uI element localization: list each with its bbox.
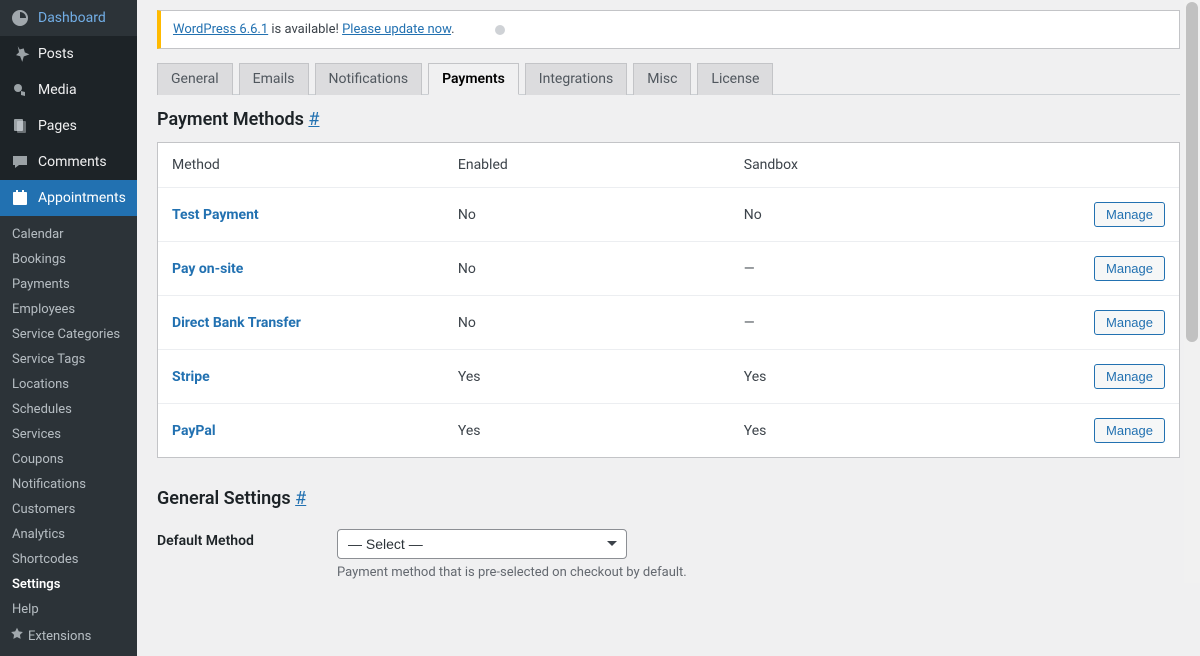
tab-license[interactable]: License	[697, 63, 773, 95]
submenu-item-shortcodes[interactable]: Shortcodes	[0, 547, 137, 572]
manage-button[interactable]: Manage	[1094, 256, 1165, 281]
sidebar-item-label: Pages	[38, 118, 77, 134]
wp-version-link[interactable]: WordPress 6.6.1	[173, 22, 268, 37]
col-enabled: Enabled	[444, 143, 730, 188]
method-link-stripe[interactable]: Stripe	[172, 369, 210, 385]
submenu-item-schedules[interactable]: Schedules	[0, 397, 137, 422]
sidebar-item-comments[interactable]: Comments	[0, 144, 137, 180]
sandbox-cell: —	[730, 296, 1016, 350]
method-link-bank-transfer[interactable]: Direct Bank Transfer	[172, 315, 301, 331]
main-content: WordPress 6.6.1 is available! Please upd…	[137, 0, 1200, 583]
manage-button[interactable]: Manage	[1094, 364, 1165, 389]
default-method-description: Payment method that is pre-selected on c…	[337, 565, 1170, 580]
tab-integrations[interactable]: Integrations	[525, 63, 627, 95]
update-now-link[interactable]: Please update now	[342, 22, 451, 37]
sidebar-item-label: Appointments	[38, 190, 126, 206]
manage-button[interactable]: Manage	[1094, 202, 1165, 227]
sidebar-item-pages[interactable]: Pages	[0, 108, 137, 144]
sidebar-item-posts[interactable]: Posts	[0, 36, 137, 72]
sidebar-item-label: Media	[38, 82, 77, 98]
manage-button[interactable]: Manage	[1094, 310, 1165, 335]
payment-methods-table-wrap: Method Enabled Sandbox Test Payment No N…	[157, 142, 1180, 458]
payment-methods-heading: Payment Methods #	[157, 109, 1180, 130]
sidebar-item-appointments[interactable]: Appointments	[0, 180, 137, 216]
sandbox-cell: Yes	[730, 350, 1016, 404]
table-row: PayPal Yes Yes Manage	[158, 404, 1179, 458]
col-sandbox: Sandbox	[730, 143, 1016, 188]
sandbox-cell: —	[730, 242, 1016, 296]
general-settings-heading: General Settings #	[157, 488, 1180, 509]
method-link-paypal[interactable]: PayPal	[172, 423, 216, 439]
submenu-item-bookings[interactable]: Bookings	[0, 247, 137, 272]
sidebar-item-label: Dashboard	[38, 10, 106, 26]
submenu-item-coupons[interactable]: Coupons	[0, 447, 137, 472]
submenu-item-locations[interactable]: Locations	[0, 372, 137, 397]
default-method-select[interactable]: — Select —	[337, 529, 627, 559]
comment-icon	[10, 152, 30, 172]
submenu-item-employees[interactable]: Employees	[0, 297, 137, 322]
enabled-cell: No	[444, 242, 730, 296]
star-icon	[10, 627, 24, 645]
sidebar-submenu: Calendar Bookings Payments Employees Ser…	[0, 216, 137, 656]
spinner-icon	[495, 25, 505, 35]
method-link-test-payment[interactable]: Test Payment	[172, 207, 259, 223]
media-icon	[10, 80, 30, 100]
default-method-label: Default Method	[157, 521, 337, 583]
sidebar-item-media[interactable]: Media	[0, 72, 137, 108]
submenu-item-notifications[interactable]: Notifications	[0, 472, 137, 497]
table-row: Test Payment No No Manage	[158, 188, 1179, 242]
sidebar-item-label: Posts	[38, 46, 74, 62]
submenu-item-settings[interactable]: Settings	[0, 572, 137, 597]
tab-misc[interactable]: Misc	[633, 63, 691, 95]
tab-payments[interactable]: Payments	[428, 63, 519, 95]
payment-methods-table: Method Enabled Sandbox Test Payment No N…	[158, 143, 1179, 457]
enabled-cell: No	[444, 188, 730, 242]
col-actions	[1016, 143, 1179, 188]
table-row: Pay on-site No — Manage	[158, 242, 1179, 296]
sidebar-item-dashboard[interactable]: Dashboard	[0, 0, 137, 36]
tab-general[interactable]: General	[157, 63, 233, 95]
pages-icon	[10, 116, 30, 136]
submenu-item-help[interactable]: Help	[0, 597, 137, 622]
submenu-item-extensions[interactable]: Extensions	[0, 622, 137, 650]
general-settings-anchor[interactable]: #	[295, 488, 306, 509]
update-notice: WordPress 6.6.1 is available! Please upd…	[157, 10, 1180, 49]
scrollbar-track[interactable]	[1184, 0, 1200, 583]
admin-sidebar: Dashboard Posts Media Pages Comments App…	[0, 0, 137, 583]
settings-tabs: General Emails Notifications Payments In…	[157, 63, 1180, 95]
submenu-item-payments[interactable]: Payments	[0, 272, 137, 297]
table-row: Direct Bank Transfer No — Manage	[158, 296, 1179, 350]
enabled-cell: Yes	[444, 404, 730, 458]
submenu-item-services[interactable]: Services	[0, 422, 137, 447]
notice-tail: .	[451, 22, 454, 37]
submenu-item-customers[interactable]: Customers	[0, 497, 137, 522]
tab-emails[interactable]: Emails	[239, 63, 309, 95]
sandbox-cell: Yes	[730, 404, 1016, 458]
notice-text: is available!	[268, 22, 342, 37]
submenu-item-service-tags[interactable]: Service Tags	[0, 347, 137, 372]
sandbox-cell: No	[730, 188, 1016, 242]
tab-notifications[interactable]: Notifications	[315, 63, 423, 95]
manage-button[interactable]: Manage	[1094, 418, 1165, 443]
col-method: Method	[158, 143, 444, 188]
submenu-item-service-categories[interactable]: Service Categories	[0, 322, 137, 347]
submenu-item-analytics[interactable]: Analytics	[0, 522, 137, 547]
calendar-icon	[10, 188, 30, 208]
submenu-item-calendar[interactable]: Calendar	[0, 222, 137, 247]
scrollbar-thumb[interactable]	[1186, 2, 1198, 342]
sidebar-item-label: Comments	[38, 154, 107, 170]
method-link-pay-onsite[interactable]: Pay on-site	[172, 261, 243, 277]
submenu-item-label: Extensions	[28, 629, 91, 644]
enabled-cell: No	[444, 296, 730, 350]
table-row: Stripe Yes Yes Manage	[158, 350, 1179, 404]
dashboard-icon	[10, 8, 30, 28]
general-settings-form: Default Method — Select — Payment method…	[157, 521, 1180, 583]
pin-icon	[10, 44, 30, 64]
enabled-cell: Yes	[444, 350, 730, 404]
payment-methods-anchor[interactable]: #	[308, 109, 319, 130]
